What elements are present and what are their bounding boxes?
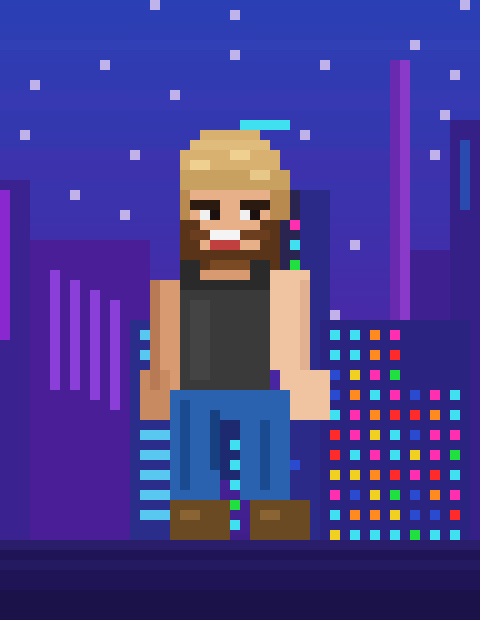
neon-window: [370, 430, 380, 440]
neon-window: [390, 410, 400, 420]
neon-window: [370, 350, 380, 360]
neon-window: [450, 470, 460, 480]
neon-window: [330, 470, 340, 480]
neon-building: [320, 320, 470, 540]
neon-window: [330, 510, 340, 520]
neon-window: [450, 490, 460, 500]
neon-window: [390, 470, 400, 480]
neon-window: [370, 410, 380, 420]
neon-window: [430, 470, 440, 480]
halo: [240, 120, 290, 130]
neon-window: [350, 350, 360, 360]
neon-window: [450, 530, 460, 540]
neon-window: [430, 410, 440, 420]
neon-window: [390, 370, 400, 380]
neon-window: [370, 530, 380, 540]
neon-window: [330, 390, 340, 400]
neon-window: [330, 490, 340, 500]
neon-window: [390, 350, 400, 360]
neon-window: [350, 410, 360, 420]
neon-window: [330, 450, 340, 460]
neon-window: [390, 510, 400, 520]
neon-window: [430, 530, 440, 540]
neon-window: [410, 410, 420, 420]
neon-window: [410, 510, 420, 520]
neon-window: [370, 450, 380, 460]
neon-window: [350, 450, 360, 460]
neon-window: [390, 490, 400, 500]
neon-window: [350, 390, 360, 400]
neon-window: [330, 530, 340, 540]
neon-window: [390, 390, 400, 400]
neon-window: [450, 510, 460, 520]
neon-window: [410, 470, 420, 480]
neon-window: [370, 370, 380, 380]
neon-window: [450, 410, 460, 420]
neon-window: [430, 430, 440, 440]
neon-window: [350, 430, 360, 440]
neon-window: [370, 470, 380, 480]
neon-window: [450, 390, 460, 400]
neon-window: [390, 430, 400, 440]
neon-window: [430, 450, 440, 460]
neon-window: [350, 530, 360, 540]
neon-window: [330, 350, 340, 360]
neon-window: [390, 330, 400, 340]
game-scene: [0, 0, 480, 620]
neon-window: [330, 430, 340, 440]
neon-window: [370, 510, 380, 520]
neon-window: [410, 430, 420, 440]
neon-window: [350, 470, 360, 480]
neon-window: [350, 370, 360, 380]
neon-window: [430, 490, 440, 500]
neon-window: [410, 530, 420, 540]
neon-window: [450, 450, 460, 460]
neon-window: [410, 390, 420, 400]
neon-window: [390, 450, 400, 460]
neon-window: [330, 330, 340, 340]
neon-window: [370, 390, 380, 400]
neon-window: [390, 530, 400, 540]
neon-window: [430, 510, 440, 520]
neon-window: [430, 390, 440, 400]
neon-window: [330, 410, 340, 420]
neon-window: [410, 490, 420, 500]
neon-window: [350, 330, 360, 340]
neon-window: [450, 430, 460, 440]
neon-window: [410, 450, 420, 460]
neon-window: [370, 330, 380, 340]
neon-window: [350, 510, 360, 520]
neon-window: [350, 490, 360, 500]
neon-window: [330, 370, 340, 380]
neon-window: [370, 490, 380, 500]
